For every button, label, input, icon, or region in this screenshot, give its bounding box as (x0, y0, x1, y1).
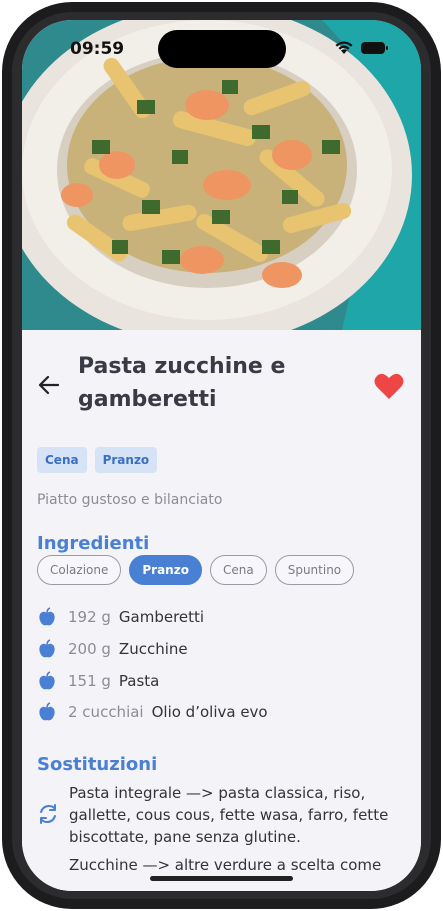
filter-cena[interactable]: Cena (209, 555, 267, 585)
tag-pranzo: Pranzo (94, 447, 158, 473)
recipe-description: Piatto gustoso e bilanciato (37, 492, 223, 508)
ingredient-name: Pasta (118, 672, 160, 690)
swap-refresh-icon (40, 804, 56, 824)
apple-icon (39, 639, 55, 658)
apple-icon (39, 671, 55, 690)
recipe-detail: Pasta zucchine e gamberetti Cena Pranzo … (22, 330, 421, 891)
filter-pranzo[interactable]: Pranzo (129, 555, 202, 585)
recipe-title: Pasta zucchine e gamberetti (78, 354, 286, 412)
tag-list: Cena Pranzo (37, 447, 158, 473)
back-arrow-icon[interactable] (36, 372, 62, 398)
substitutions-heading: Sostituzioni (37, 754, 158, 775)
ingredient-row: 200 g Zucchine (37, 637, 188, 661)
apple-icon (39, 702, 55, 721)
ingredient-name: Zucchine (118, 640, 188, 658)
substitution-text: Pasta integrale —> pasta classica, riso,… (69, 784, 389, 846)
filter-colazione[interactable]: Colazione (37, 555, 122, 585)
ingredients-heading: Ingredienti (37, 533, 150, 554)
substitution-text: Zucchine —> altre verdure a scelta come (69, 856, 382, 874)
wifi-icon (335, 41, 353, 54)
tag-cena: Cena (37, 447, 87, 473)
status-bar: 09:59 (22, 20, 421, 80)
ingredient-row: 192 g Gamberetti (37, 605, 204, 629)
filter-spuntino[interactable]: Spuntino (274, 555, 355, 585)
screen: 09:59 Pasta zucchine e gamberetti Cena P… (22, 20, 421, 891)
status-time: 09:59 (70, 39, 125, 59)
ingredient-name: Gamberetti (118, 608, 205, 626)
ingredient-row: 2 cucchiai Olio d’oliva evo (37, 700, 268, 724)
ingredient-qty: 2 cucchiai (68, 703, 144, 721)
home-indicator[interactable] (150, 876, 293, 881)
ingredient-qty: 192 g (68, 608, 111, 626)
battery-icon (361, 42, 388, 54)
meal-filter: Colazione Pranzo Cena Spuntino (37, 555, 355, 585)
ingredient-name: Olio d’oliva evo (151, 703, 268, 721)
ingredient-qty: 200 g (68, 640, 111, 658)
phone-device: 09:59 Pasta zucchine e gamberetti Cena P… (0, 0, 443, 911)
apple-icon (39, 607, 55, 626)
ingredient-qty: 151 g (68, 672, 111, 690)
favorite-heart-icon[interactable] (374, 372, 404, 400)
ingredient-row: 151 g Pasta (37, 669, 159, 693)
dynamic-island (158, 30, 286, 68)
